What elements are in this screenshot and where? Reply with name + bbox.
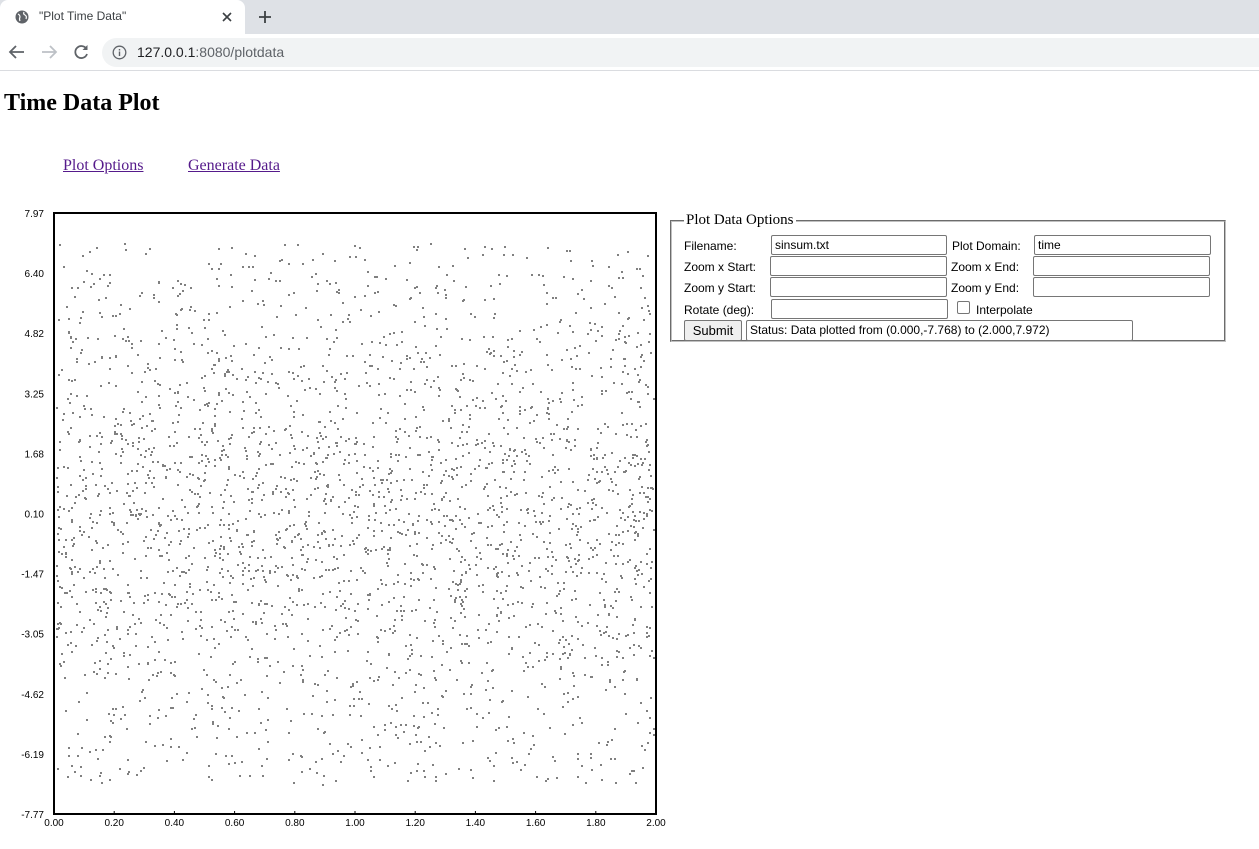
submit-button[interactable]: Submit	[684, 320, 742, 341]
y-tick-label: 1.68	[25, 449, 45, 460]
y-tick-label: 7.97	[25, 209, 45, 220]
x-tick-label: 1.00	[345, 818, 365, 829]
close-tab-icon[interactable]	[219, 9, 235, 25]
y-tick-label: 3.25	[25, 389, 45, 400]
x-tick-label: 1.40	[466, 818, 486, 829]
y-axis-ticks: 7.97 6.40 4.82 3.25 1.68 0.10 -1.47 -3.05 -4.62 -…	[21, 209, 44, 821]
zoom-x-start-input[interactable]	[770, 256, 947, 276]
x-tick-label: 0.00	[44, 818, 64, 829]
x-tick-label: 0.60	[225, 818, 245, 829]
y-tick-label: -1.47	[21, 570, 44, 581]
rotate-input[interactable]	[771, 299, 948, 319]
y-tick-label: 0.10	[25, 510, 45, 521]
form-legend: Plot Data Options	[686, 212, 794, 228]
browser-tab[interactable]: "Plot Time Data"	[0, 0, 245, 34]
y-tick-label: -7.77	[21, 810, 44, 821]
interpolate-label: Interpolate	[976, 303, 1033, 317]
x-tick-label: 1.80	[586, 818, 606, 829]
status-field: Status: Data plotted from (0.000,-7.768)…	[746, 320, 1133, 341]
time-data-plot: 7.97 6.40 4.82 3.25 1.68 0.10 -1.47 -3.05 -4.62 -…	[21, 209, 666, 829]
page-title: Time Data Plot	[4, 90, 160, 116]
zoom-x-end-label: Zoom x End:	[951, 260, 1020, 274]
plot-domain-input[interactable]	[1034, 235, 1211, 255]
x-tick-label: 0.80	[285, 818, 305, 829]
plot-options-link[interactable]: Plot Options	[63, 157, 143, 175]
x-tick-label: 1.20	[405, 818, 425, 829]
plot-domain-label: Plot Domain:	[952, 239, 1021, 253]
new-tab-icon[interactable]	[256, 8, 274, 26]
tab-strip: "Plot Time Data"	[0, 0, 1259, 34]
browser-toolbar: 127.0.0.1:8080/plotdata	[0, 34, 1259, 71]
url-text: 127.0.0.1:8080/plotdata	[137, 44, 285, 60]
zoom-x-start-label: Zoom x Start:	[684, 260, 757, 274]
x-tick-label: 1.60	[526, 818, 546, 829]
y-tick-label: -6.19	[21, 750, 44, 761]
back-arrow-icon[interactable]	[7, 42, 27, 62]
info-icon[interactable]	[112, 45, 127, 60]
reload-icon[interactable]	[71, 42, 91, 62]
filename-input[interactable]	[771, 235, 947, 255]
y-tick-label: -4.62	[21, 690, 44, 701]
zoom-x-end-input[interactable]	[1033, 256, 1210, 276]
filename-label: Filename:	[684, 239, 737, 253]
zoom-y-end-label: Zoom y End:	[951, 281, 1020, 295]
forward-arrow-icon[interactable]	[39, 42, 59, 62]
globe-icon	[15, 10, 29, 24]
tab-title: "Plot Time Data"	[39, 9, 127, 23]
zoom-y-start-input[interactable]	[770, 277, 947, 297]
data-points	[56, 243, 655, 786]
x-tick-label: 2.00	[646, 818, 666, 829]
interpolate-checkbox[interactable]	[957, 301, 970, 314]
address-bar[interactable]: 127.0.0.1:8080/plotdata	[102, 38, 1259, 67]
plot-frame	[53, 212, 657, 815]
x-tick-label: 0.20	[104, 818, 124, 829]
zoom-y-end-input[interactable]	[1033, 277, 1210, 297]
y-tick-label: 6.40	[25, 269, 45, 280]
rotate-label: Rotate (deg):	[684, 303, 755, 317]
generate-data-link[interactable]: Generate Data	[188, 157, 280, 175]
y-tick-label: 4.82	[25, 329, 45, 340]
y-tick-label: -3.05	[21, 630, 44, 641]
zoom-y-start-label: Zoom y Start:	[684, 281, 757, 295]
x-tick-label: 0.40	[165, 818, 185, 829]
plot-points	[56, 243, 655, 786]
